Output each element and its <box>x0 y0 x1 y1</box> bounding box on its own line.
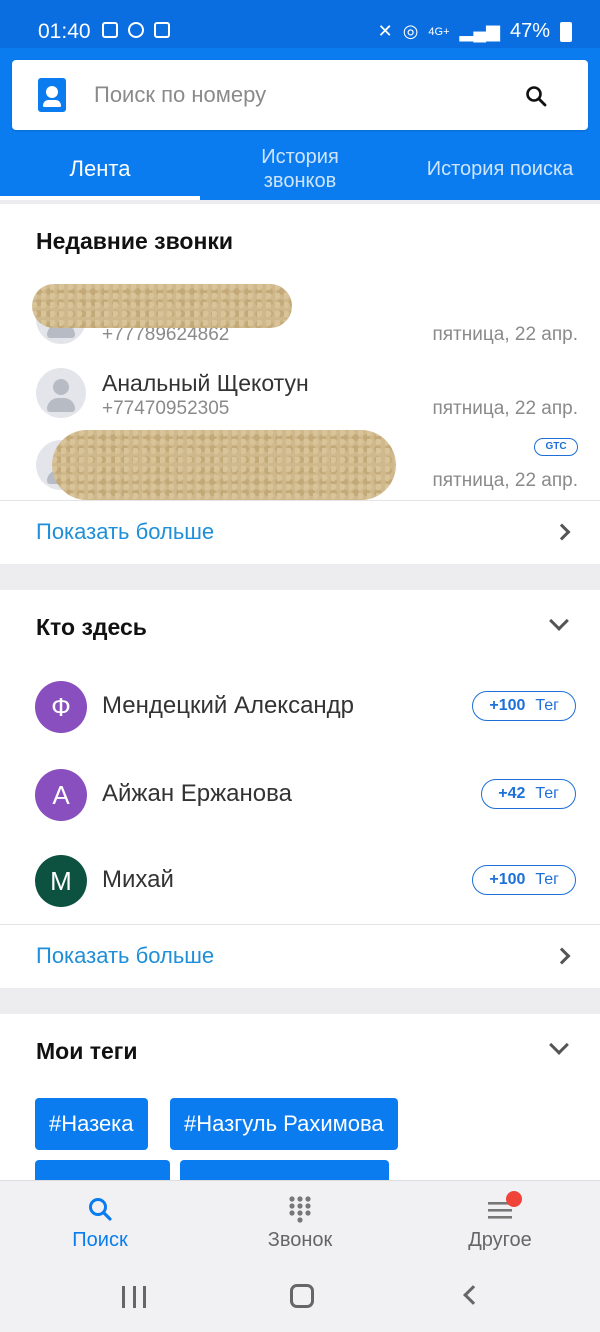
nav-search[interactable]: Поиск <box>0 1181 200 1263</box>
who-here-title: Кто здесь <box>36 614 147 640</box>
gallery-icon <box>102 22 118 38</box>
call-date: пятница, 22 апр. <box>432 324 578 345</box>
operator-badge: GTC <box>534 438 578 456</box>
redaction-scribble <box>32 284 292 328</box>
call-phone: +77470952305 <box>102 398 230 419</box>
chevron-right-icon <box>553 947 571 965</box>
call-date: пятница, 22 апр. <box>432 470 578 491</box>
call-name: Анальный Щекотун <box>102 370 309 396</box>
bottom-nav: Поиск Звонок Другое <box>0 1180 600 1262</box>
search-icon <box>89 1198 112 1221</box>
chevron-right-icon <box>553 523 571 541</box>
recent-calls-card: Недавние звонки +77789624862 пятница, 22… <box>0 204 600 564</box>
contacts-book-icon[interactable] <box>38 78 66 112</box>
chevron-down-icon[interactable] <box>549 1035 569 1055</box>
recent-calls-title: Недавние звонки <box>36 228 234 254</box>
search-input[interactable]: Поиск по номеру <box>94 82 266 108</box>
signal-icon: ▂▄▆ <box>459 21 500 41</box>
search-icon[interactable] <box>524 84 548 108</box>
battery-percent: 47% <box>509 20 550 42</box>
tag-count-pill[interactable]: +100 Тег <box>472 865 576 895</box>
hotspot-icon: ◎ <box>402 21 419 41</box>
status-bar: 01:40 ✕ ◎ 4G+ ▂▄▆ 47% <box>0 0 600 48</box>
nav-other[interactable]: Другое <box>400 1181 600 1263</box>
mute-icon: ✕ <box>377 21 393 41</box>
tab-feed[interactable]: Лента <box>0 138 200 200</box>
call-date: пятница, 22 апр. <box>432 398 578 419</box>
call-row[interactable]: GTC пятница, 22 апр. <box>0 430 600 504</box>
notification-dot <box>506 1191 522 1207</box>
user-name: Михай <box>102 866 174 893</box>
network-type: 4G+ <box>428 25 450 38</box>
call-row[interactable]: Анальный Щекотун +77470952305 пятница, 2… <box>0 358 600 432</box>
chevron-down-icon[interactable] <box>549 611 569 631</box>
tab-bar: Лента История звонков История поиска <box>0 138 600 200</box>
call-row[interactable]: +77789624862 пятница, 22 апр. <box>0 284 600 358</box>
status-time: 01:40 <box>38 20 91 43</box>
app-square-icon <box>154 22 170 38</box>
search-bar[interactable]: Поиск по номеру <box>12 60 588 130</box>
redaction-scribble <box>52 430 396 500</box>
show-more-calls[interactable]: Показать больше <box>0 500 600 564</box>
nav-call[interactable]: Звонок <box>200 1181 400 1263</box>
app-notification-icon <box>128 22 144 38</box>
user-name: Мендецкий Александр <box>102 692 355 719</box>
user-row[interactable]: М Михай +100 Тег <box>0 838 600 924</box>
status-right: ✕ ◎ 4G+ ▂▄▆ 47% <box>378 20 572 43</box>
app-header: Поиск по номеру Лента История звонков Ис… <box>0 48 600 200</box>
my-tags-card: Мои теги #Назека #Назгуль Рахимова <box>0 1014 600 1184</box>
who-here-card: Кто здесь Ф Мендецкий Александр +100 Тег … <box>0 590 600 988</box>
avatar: А <box>35 769 87 821</box>
avatar: М <box>35 855 87 907</box>
system-nav-bar <box>0 1262 600 1332</box>
user-name: Айжан Ержанова <box>102 780 292 807</box>
tag-count-pill[interactable]: +42 Тег <box>481 779 576 809</box>
tab-call-history[interactable]: История звонков <box>200 138 400 200</box>
tag-chip[interactable]: #Назгуль Рахимова <box>170 1098 398 1150</box>
tab-search-history[interactable]: История поиска <box>400 138 600 200</box>
avatar: Ф <box>35 681 87 733</box>
my-tags-title: Мои теги <box>36 1038 138 1064</box>
battery-icon <box>560 21 572 42</box>
tag-count-pill[interactable]: +100 Тег <box>472 691 576 721</box>
user-row[interactable]: Ф Мендецкий Александр +100 Тег <box>0 664 600 750</box>
home-icon[interactable] <box>290 1284 314 1308</box>
avatar <box>36 368 86 418</box>
recents-icon[interactable] <box>122 1286 146 1308</box>
notification-icons <box>102 22 170 38</box>
back-icon[interactable] <box>463 1285 483 1305</box>
dialpad-icon <box>289 1196 311 1223</box>
user-row[interactable]: А Айжан Ержанова +42 Тег <box>0 752 600 838</box>
show-more-users[interactable]: Показать больше <box>0 924 600 988</box>
tag-chip[interactable]: #Назека <box>35 1098 148 1150</box>
